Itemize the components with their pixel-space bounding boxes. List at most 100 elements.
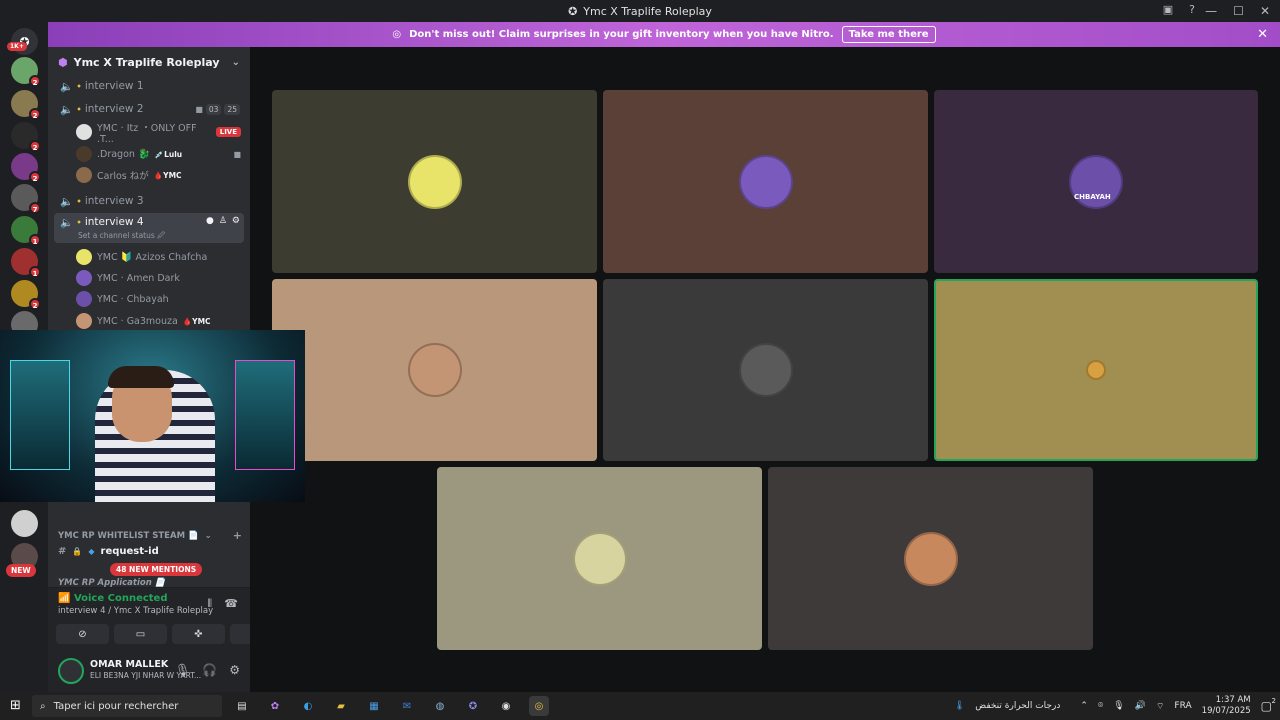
- signal-icon: 📶: [58, 593, 71, 604]
- guild-header[interactable]: ⬢ Ymc X Traplife Roleplay ⌄: [48, 47, 250, 77]
- avatar: CHBAYAH: [1069, 154, 1123, 209]
- server-icon[interactable]: 2: [11, 153, 41, 183]
- voice-user[interactable]: YMC · Ga3mouza 🩸YMC: [76, 311, 241, 331]
- microphone-tray-icon[interactable]: 🎙: [1113, 701, 1124, 711]
- voice-user[interactable]: YMC · Chbayah: [76, 289, 241, 309]
- notification-icon[interactable]: ▢ 2: [1261, 697, 1276, 713]
- camera-button[interactable]: ⊘: [56, 624, 109, 644]
- chevron-down-icon[interactable]: ⌄: [232, 57, 240, 68]
- avatar: [738, 343, 793, 397]
- voice-user[interactable]: Carlos ねが 🩸YMC: [76, 165, 241, 185]
- voice-channel-interview-4[interactable]: 🔈 ⬩ interview 4 ● ♙ ⚙ Set a channel stat…: [54, 213, 244, 243]
- microphone-icon[interactable]: 🎙: [175, 663, 190, 677]
- maximize-button[interactable]: ☐: [1233, 4, 1244, 18]
- home-button[interactable]: ✪ 1K+: [7, 28, 38, 55]
- server-icon[interactable]: 2: [11, 122, 41, 152]
- disconnect-icon[interactable]: ☎: [224, 597, 238, 610]
- help-icon[interactable]: ?: [1189, 3, 1195, 16]
- participant-tile[interactable]: [437, 467, 762, 650]
- voice-channel-interview-3[interactable]: 🔈 ⬩ interview 3: [54, 191, 244, 211]
- voice-status[interactable]: 📶 Voice Connected: [58, 593, 168, 604]
- voice-location[interactable]: interview 4 / Ymc X Traplife Roleplay: [58, 606, 213, 616]
- user-panel: OMAR MALLEK ELI BE3NA YJI NHAR W YART...…: [48, 651, 250, 692]
- voice-user[interactable]: YMC 🔰 Azizos Chafcha: [76, 247, 241, 267]
- taskbar-search[interactable]: ⌕ Taper ici pour rechercher: [32, 695, 222, 717]
- screen-share-button[interactable]: ▭: [114, 624, 167, 644]
- participant-tile[interactable]: [603, 279, 928, 461]
- participant-tile[interactable]: [272, 279, 597, 461]
- avatar: [903, 531, 958, 586]
- voice-user[interactable]: YMC · Amen Dark: [76, 268, 241, 288]
- edge-icon[interactable]: ◐: [298, 696, 318, 716]
- avatar: [76, 313, 92, 329]
- close-banner-icon[interactable]: ✕: [1257, 27, 1268, 42]
- avatar[interactable]: [58, 658, 84, 684]
- voice-stage: CHBAYAH: [250, 47, 1280, 692]
- channel-emoji-icon: ⬩: [77, 194, 81, 207]
- minimize-button[interactable]: —: [1205, 4, 1217, 18]
- server-icon[interactable]: 2: [11, 57, 41, 87]
- language-indicator[interactable]: FRA: [1174, 701, 1191, 711]
- add-user-icon[interactable]: ♙: [219, 216, 227, 226]
- user-limit: 25: [224, 103, 240, 115]
- server-icon[interactable]: 2: [11, 280, 41, 310]
- close-window-button[interactable]: ✕: [1260, 4, 1270, 18]
- new-badge[interactable]: NEW: [6, 564, 36, 577]
- search-icon: ⌕: [40, 700, 46, 712]
- steam-icon[interactable]: ◍: [430, 696, 450, 716]
- copilot-icon[interactable]: ✿: [265, 696, 285, 716]
- username[interactable]: OMAR MALLEK: [90, 659, 168, 670]
- user-tag: 🩸YMC: [153, 170, 182, 180]
- inbox-icon[interactable]: ▣: [1163, 3, 1173, 16]
- headphones-icon[interactable]: 🎧: [202, 663, 217, 677]
- chrome-icon[interactable]: ◎: [529, 696, 549, 716]
- volume-icon[interactable]: 🔊: [1135, 701, 1146, 711]
- avatar: [76, 291, 92, 307]
- server-icon[interactable]: 1: [11, 216, 41, 246]
- gear-icon[interactable]: ⚙: [229, 663, 240, 677]
- weather-text[interactable]: درجات الحرارة تنخفض: [975, 701, 1060, 711]
- network-icon[interactable]: ⌾: [1098, 701, 1103, 711]
- avatar: [572, 531, 627, 586]
- chevron-up-icon[interactable]: ⌃: [1080, 701, 1088, 711]
- wifi-icon[interactable]: ⌔: [1156, 701, 1164, 712]
- server-icon[interactable]: 7: [11, 184, 41, 214]
- participant-tile-speaking[interactable]: [934, 279, 1258, 461]
- text-channel-request-id[interactable]: # 🔒 ◆ request-id: [58, 546, 159, 557]
- voice-user[interactable]: YMC · Itz ・ONLY OFF .T... LIVE: [76, 122, 241, 145]
- outlook-icon[interactable]: ✉: [397, 696, 417, 716]
- noise-suppression-icon[interactable]: ⫴: [207, 597, 212, 611]
- voice-user[interactable]: .Dragon 🐉 💉Lulu ■: [76, 144, 241, 164]
- gamepad-icon: ✜: [194, 628, 203, 640]
- server-icon[interactable]: 2: [11, 90, 41, 120]
- obs-icon[interactable]: ◉: [496, 696, 516, 716]
- participant-tile[interactable]: CHBAYAH: [934, 90, 1258, 273]
- avatar-label: CHBAYAH: [1074, 192, 1111, 201]
- channel-emoji-icon: ⬩: [77, 216, 81, 228]
- chat-icon[interactable]: ●: [206, 216, 214, 226]
- discord-taskbar-icon[interactable]: ✪: [463, 696, 483, 716]
- server-icon[interactable]: 1: [11, 248, 41, 278]
- clock[interactable]: 1:37 AM 19/07/2025: [1202, 695, 1251, 717]
- channel-status-text[interactable]: Set a channel status 🖉: [78, 230, 165, 243]
- camera-icon: ■: [233, 149, 241, 159]
- gear-icon[interactable]: ⚙: [232, 216, 240, 226]
- activity-button[interactable]: ✜: [172, 624, 225, 644]
- windows-start-icon[interactable]: ⊞: [10, 698, 21, 713]
- take-me-there-button[interactable]: Take me there: [841, 26, 936, 43]
- plus-icon[interactable]: +: [233, 529, 242, 542]
- new-mentions-pill[interactable]: 48 NEW MENTIONS: [110, 563, 203, 576]
- speaker-icon: 🔈: [60, 195, 74, 208]
- participant-tile[interactable]: [272, 90, 597, 273]
- voice-channel-interview-1[interactable]: 🔈 ⬩ interview 1: [54, 76, 244, 96]
- participant-tile[interactable]: [603, 90, 928, 273]
- file-explorer-icon[interactable]: ▰: [331, 696, 351, 716]
- lock-icon: 🔒: [72, 547, 83, 556]
- participant-tile[interactable]: [768, 467, 1093, 650]
- server-icon[interactable]: [11, 510, 38, 537]
- category-whitelist[interactable]: YMC RP WHITELIST STEAM 📄 ⌄ +: [58, 529, 242, 542]
- voice-channel-interview-2[interactable]: 🔈 ⬩ interview 2 ■ 03 25: [54, 99, 244, 119]
- channel-emoji-icon: ⬩: [77, 102, 81, 115]
- store-icon[interactable]: ▦: [364, 696, 384, 716]
- task-view-icon[interactable]: ▤: [232, 696, 252, 716]
